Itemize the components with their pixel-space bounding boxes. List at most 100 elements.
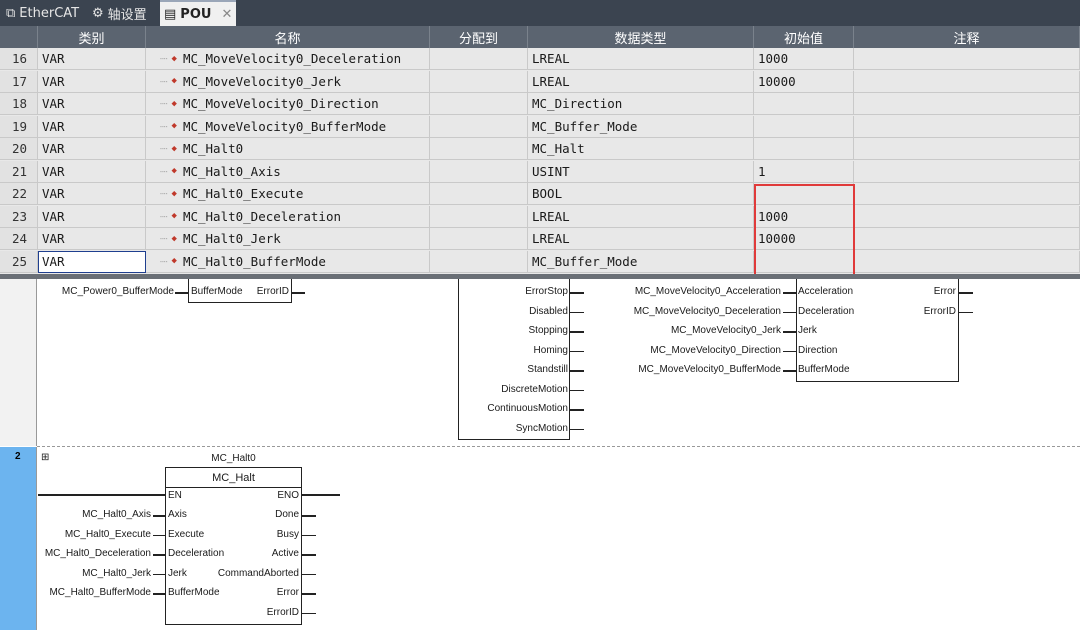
table-row[interactable]: 23 VAR ┈ ◆ MC_Halt0_Deceleration LREAL 1000 — [0, 205, 1080, 228]
name-cell[interactable]: ┈ ◆ MC_Halt0_Jerk — [146, 228, 430, 250]
wire — [292, 292, 305, 294]
variable-icon: ◆ — [171, 121, 177, 131]
name-cell[interactable]: ┈ ◆ MC_MoveVelocity0_Deceleration — [146, 48, 430, 70]
header-assigned-to[interactable]: 分配到 — [430, 26, 528, 48]
input-variable[interactable]: MC_Halt0_Execute — [40, 529, 151, 540]
table-row[interactable]: 22 VAR ┈ ◆ MC_Halt0_Execute BOOL — [0, 183, 1080, 205]
comment-cell[interactable] — [854, 115, 1080, 138]
table-row[interactable]: 16 VAR ┈ ◆ MC_MoveVelocity0_Deceleration LREA… — [0, 48, 1080, 70]
name-cell[interactable]: ┈ ◆ MC_Halt0_Deceleration — [146, 205, 430, 228]
data-type-cell[interactable]: MC_Buffer_Mode — [528, 250, 754, 273]
name-cell[interactable]: ┈ ◆ MC_Halt0 — [146, 138, 430, 160]
table-row[interactable]: 20 VAR ┈ ◆ MC_Halt0 MC_Halt — [0, 138, 1080, 160]
category-cell[interactable]: VAR — [38, 160, 146, 183]
tab-ethercat[interactable]: ⧉ EtherCAT — [6, 0, 82, 26]
input-variable[interactable]: MC_Halt0_Axis — [40, 509, 151, 520]
tab-axis-settings[interactable]: ⚙ 轴设置 — [92, 0, 162, 26]
assigned-cell[interactable] — [430, 228, 528, 250]
comment-cell[interactable] — [854, 93, 1080, 115]
header-name[interactable]: 名称 — [146, 26, 430, 48]
category-cell[interactable]: VAR — [38, 228, 146, 250]
name-cell[interactable]: ┈ ◆ MC_MoveVelocity0_BufferMode — [146, 115, 430, 138]
header-data-type[interactable]: 数据类型 — [528, 26, 754, 48]
mc-power-block[interactable]: BufferMode ErrorID — [188, 279, 292, 303]
power-buffermode-var[interactable]: MC_Power0_BufferMode — [40, 286, 174, 297]
data-type-cell[interactable]: LREAL — [528, 228, 754, 250]
header-initial-value[interactable]: 初始值 — [754, 26, 854, 48]
data-type-cell[interactable]: LREAL — [528, 70, 754, 93]
assigned-cell[interactable] — [430, 205, 528, 228]
category-cell[interactable]: VAR — [38, 115, 146, 138]
data-type-cell[interactable]: MC_Buffer_Mode — [528, 115, 754, 138]
assigned-cell[interactable] — [430, 183, 528, 205]
data-type-cell[interactable]: LREAL — [528, 48, 754, 70]
assigned-cell[interactable] — [430, 138, 528, 160]
name-cell[interactable]: ┈ ◆ MC_MoveVelocity0_Direction — [146, 93, 430, 115]
tab-pou[interactable]: ▤ POU ✕ — [160, 0, 236, 26]
close-icon[interactable]: ✕ — [221, 7, 232, 22]
category-cell[interactable]: VAR — [38, 138, 146, 160]
assigned-cell[interactable] — [430, 250, 528, 273]
category-cell[interactable]: VAR — [38, 70, 146, 93]
assigned-cell[interactable] — [430, 93, 528, 115]
assigned-cell[interactable] — [430, 115, 528, 138]
data-type-cell[interactable]: BOOL — [528, 183, 754, 205]
name-cell[interactable]: ┈ ◆ MC_Halt0_Execute — [146, 183, 430, 205]
name-cell[interactable]: ┈ ◆ MC_Halt0_Axis — [146, 160, 430, 183]
table-row[interactable]: 25 VAR ┈ ◆ MC_Halt0_BufferMode MC_Buffer_Mode — [0, 250, 1080, 273]
expand-icon[interactable]: ⊞ — [41, 452, 49, 463]
input-variable[interactable]: MC_MoveVelocity0_Direction — [600, 345, 781, 356]
wire — [783, 350, 796, 352]
comment-cell[interactable] — [854, 48, 1080, 70]
name-cell[interactable]: ┈ ◆ MC_Halt0_BufferMode — [146, 250, 430, 273]
input-variable[interactable]: MC_MoveVelocity0_Jerk — [600, 325, 781, 336]
rung-gutter-2[interactable]: 2 — [0, 447, 37, 630]
name-cell[interactable]: ┈ ◆ MC_MoveVelocity0_Jerk — [146, 70, 430, 93]
comment-cell[interactable] — [854, 250, 1080, 273]
initial-value-cell[interactable]: 10000 — [754, 70, 854, 93]
comment-cell[interactable] — [854, 138, 1080, 160]
initial-value-cell[interactable]: 1 — [754, 160, 854, 183]
data-type-cell[interactable]: MC_Direction — [528, 93, 754, 115]
data-type-cell[interactable]: USINT — [528, 160, 754, 183]
assigned-cell[interactable] — [430, 48, 528, 70]
input-variable[interactable]: MC_MoveVelocity0_BufferMode — [600, 364, 781, 375]
header-comment[interactable]: 注释 — [854, 26, 1080, 48]
category-cell[interactable]: VAR — [38, 93, 146, 115]
input-variable[interactable]: MC_MoveVelocity0_Deceleration — [600, 306, 781, 317]
mc-read-status-block[interactable] — [458, 279, 570, 440]
comment-cell[interactable] — [854, 160, 1080, 183]
category-cell[interactable]: VAR — [38, 48, 146, 70]
initial-value-cell[interactable] — [754, 115, 854, 138]
table-row[interactable]: 19 VAR ┈ ◆ MC_MoveVelocity0_BufferMode MC_Buf… — [0, 115, 1080, 138]
status-output-label: Disabled — [529, 305, 568, 317]
table-row[interactable]: 24 VAR ┈ ◆ MC_Halt0_Jerk LREAL 10000 — [0, 228, 1080, 250]
initial-value-cell[interactable]: 1000 — [754, 48, 854, 70]
assigned-cell[interactable] — [430, 160, 528, 183]
header-category[interactable]: 类别 — [38, 26, 146, 48]
input-variable[interactable]: MC_MoveVelocity0_Acceleration — [600, 286, 781, 297]
initial-value-cell[interactable] — [754, 93, 854, 115]
comment-cell[interactable] — [854, 183, 1080, 205]
data-type-cell[interactable]: MC_Halt — [528, 138, 754, 160]
variable-name: MC_Halt0_Axis — [182, 163, 281, 179]
variable-icon: ◆ — [171, 256, 177, 266]
fb-instance-name[interactable]: MC_Halt0 — [165, 453, 302, 464]
category-cell[interactable]: VAR — [38, 183, 146, 205]
table-row[interactable]: 17 VAR ┈ ◆ MC_MoveVelocity0_Jerk LREAL 10000 — [0, 70, 1080, 93]
table-row[interactable]: 18 VAR ┈ ◆ MC_MoveVelocity0_Direction MC_Dire… — [0, 93, 1080, 115]
wire — [783, 370, 796, 372]
input-variable[interactable]: MC_Halt0_Jerk — [40, 568, 151, 579]
comment-cell[interactable] — [854, 228, 1080, 250]
comment-cell[interactable] — [854, 70, 1080, 93]
input-variable[interactable]: MC_Halt0_Deceleration — [40, 548, 151, 559]
table-row[interactable]: 21 VAR ┈ ◆ MC_Halt0_Axis USINT 1 — [0, 160, 1080, 183]
data-type-cell[interactable]: LREAL — [528, 205, 754, 228]
assigned-cell[interactable] — [430, 70, 528, 93]
category-cell[interactable]: VAR — [38, 205, 146, 228]
mc-halt-block[interactable]: MC_Halt EN ENO — [165, 467, 302, 625]
comment-cell[interactable] — [854, 205, 1080, 228]
input-variable[interactable]: MC_Halt0_BufferMode — [40, 587, 151, 598]
initial-value-cell[interactable] — [754, 138, 854, 160]
category-cell[interactable]: VAR — [38, 250, 146, 273]
